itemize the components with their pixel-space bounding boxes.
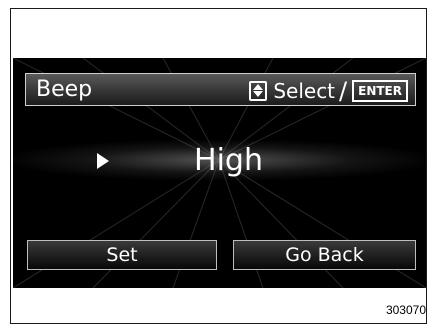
up-down-icon [249,80,268,101]
set-button[interactable]: Set [27,240,217,270]
separator: / [339,76,348,105]
figure-code: 303070 [385,303,426,317]
beep-value[interactable]: High [13,142,426,180]
enter-key-label: ENTER [352,79,408,102]
select-label: Select [273,78,336,103]
display-screen: Beep Select / ENTER High Set Go Back [13,58,426,288]
go-back-button[interactable]: Go Back [233,240,416,270]
setting-title: Beep [36,77,93,102]
header-bar: Beep Select / ENTER [25,73,416,106]
select-enter-hint: Select / ENTER [249,76,408,105]
